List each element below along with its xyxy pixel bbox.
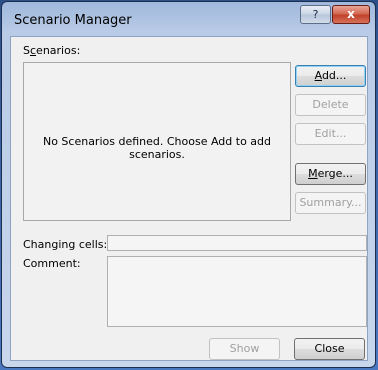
edit-button[interactable]: Edit... xyxy=(295,123,366,145)
changing-cells-label: Changing cells: xyxy=(23,238,108,251)
close-icon: x xyxy=(347,7,355,21)
scenario-manager-dialog: Scenario Manager ? x Scenarios: No Scena… xyxy=(1,1,376,368)
scenarios-listbox[interactable]: No Scenarios defined. Choose Add to add … xyxy=(23,62,291,221)
summary-button[interactable]: Summary... xyxy=(295,192,366,214)
dialog-body: Scenarios: No Scenarios defined. Choose … xyxy=(10,36,368,361)
merge-button[interactable]: Merge... xyxy=(295,163,366,185)
comment-label: Comment: xyxy=(23,257,81,270)
comment-field[interactable] xyxy=(107,256,367,327)
help-icon: ? xyxy=(312,8,319,21)
empty-list-message: No Scenarios defined. Choose Add to add … xyxy=(42,135,272,161)
close-window-button[interactable]: x xyxy=(332,5,370,24)
dialog-title: Scenario Manager xyxy=(14,13,132,28)
help-button[interactable]: ? xyxy=(300,5,331,24)
delete-button[interactable]: Delete xyxy=(295,94,366,116)
add-button[interactable]: Add... xyxy=(295,65,366,87)
close-button[interactable]: Close xyxy=(294,338,365,360)
show-button[interactable]: Show xyxy=(209,338,280,360)
title-bar[interactable]: Scenario Manager ? x xyxy=(2,2,375,38)
changing-cells-field[interactable] xyxy=(107,235,367,251)
scenarios-label: Scenarios: xyxy=(23,44,81,57)
